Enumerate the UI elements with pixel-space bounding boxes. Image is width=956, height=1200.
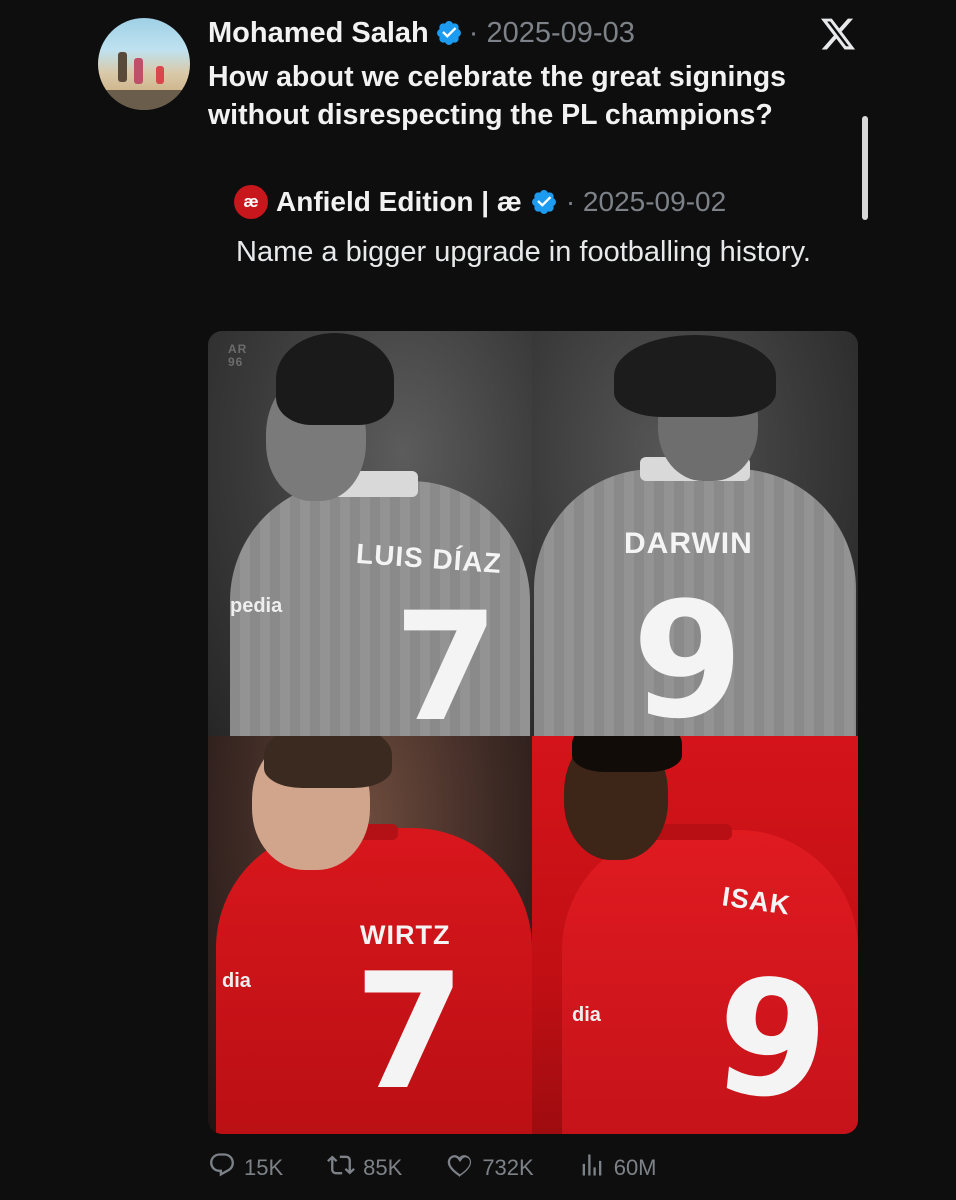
views-button[interactable]: 60M <box>578 1151 657 1185</box>
author-avatar[interactable] <box>98 18 190 110</box>
quoted-tweet-date: · 2025-09-02 <box>565 186 727 217</box>
media-panel-luis-diaz: AR 96 LUIS DÍAZ 7 pedia <box>208 331 532 736</box>
tweet-date: · 2025-09-03 <box>468 16 635 49</box>
verified-badge-icon <box>530 188 558 216</box>
reply-count: 15K <box>244 1155 284 1180</box>
jersey-number: 9 <box>632 567 744 737</box>
repost-icon <box>327 1151 356 1185</box>
quoted-tweet-text: Name a bigger upgrade in footballing his… <box>236 236 811 268</box>
watermark: AR 96 <box>228 342 248 369</box>
author-name[interactable]: Mohamed Salah <box>208 17 429 50</box>
x-logo-icon[interactable] <box>818 14 858 54</box>
quoted-author-name[interactable]: Anfield Edition | æ <box>276 186 522 218</box>
heart-icon <box>446 1151 474 1185</box>
tweet-actions: 15K 85K 732K 60M <box>208 1150 701 1186</box>
jersey-number: 9 <box>706 940 837 1134</box>
quoted-tweet-header: æ Anfield Edition | æ · 2025-09-02 <box>234 184 726 220</box>
tweet-header: Mohamed Salah · 2025-09-03 <box>208 14 635 52</box>
sponsor-text: dia <box>572 1004 601 1026</box>
repost-count: 85K <box>363 1155 403 1180</box>
like-button[interactable]: 732K <box>446 1151 534 1185</box>
jersey-number: 7 <box>394 581 499 736</box>
media-panel-wirtz: WIRTZ 7 dia <box>208 736 532 1134</box>
media-image-grid[interactable]: AR 96 LUIS DÍAZ 7 pedia DARWIN 9 WIRTZ 7 <box>208 331 858 1134</box>
tweet-text: How about we celebrate the great signing… <box>208 61 787 131</box>
quoted-author-avatar[interactable]: æ <box>234 185 268 219</box>
views-count: 60M <box>613 1155 657 1180</box>
views-icon <box>578 1151 606 1185</box>
like-count: 732K <box>482 1155 534 1180</box>
media-panel-isak: ISAK 9 dia <box>532 736 858 1134</box>
scrollbar[interactable] <box>862 116 868 220</box>
tweet-card: Mohamed Salah · 2025-09-03 How about we … <box>0 0 956 1200</box>
sponsor-text: dia <box>222 970 251 992</box>
sponsor-text: pedia <box>230 595 283 617</box>
jersey-name: DARWIN <box>624 527 753 560</box>
reply-icon <box>208 1151 236 1185</box>
reply-button[interactable]: 15K <box>208 1151 283 1185</box>
jersey-number: 7 <box>354 938 466 1125</box>
verified-badge-icon <box>435 19 463 47</box>
media-panel-darwin: DARWIN 9 <box>532 331 858 736</box>
repost-button[interactable]: 85K <box>327 1151 402 1185</box>
